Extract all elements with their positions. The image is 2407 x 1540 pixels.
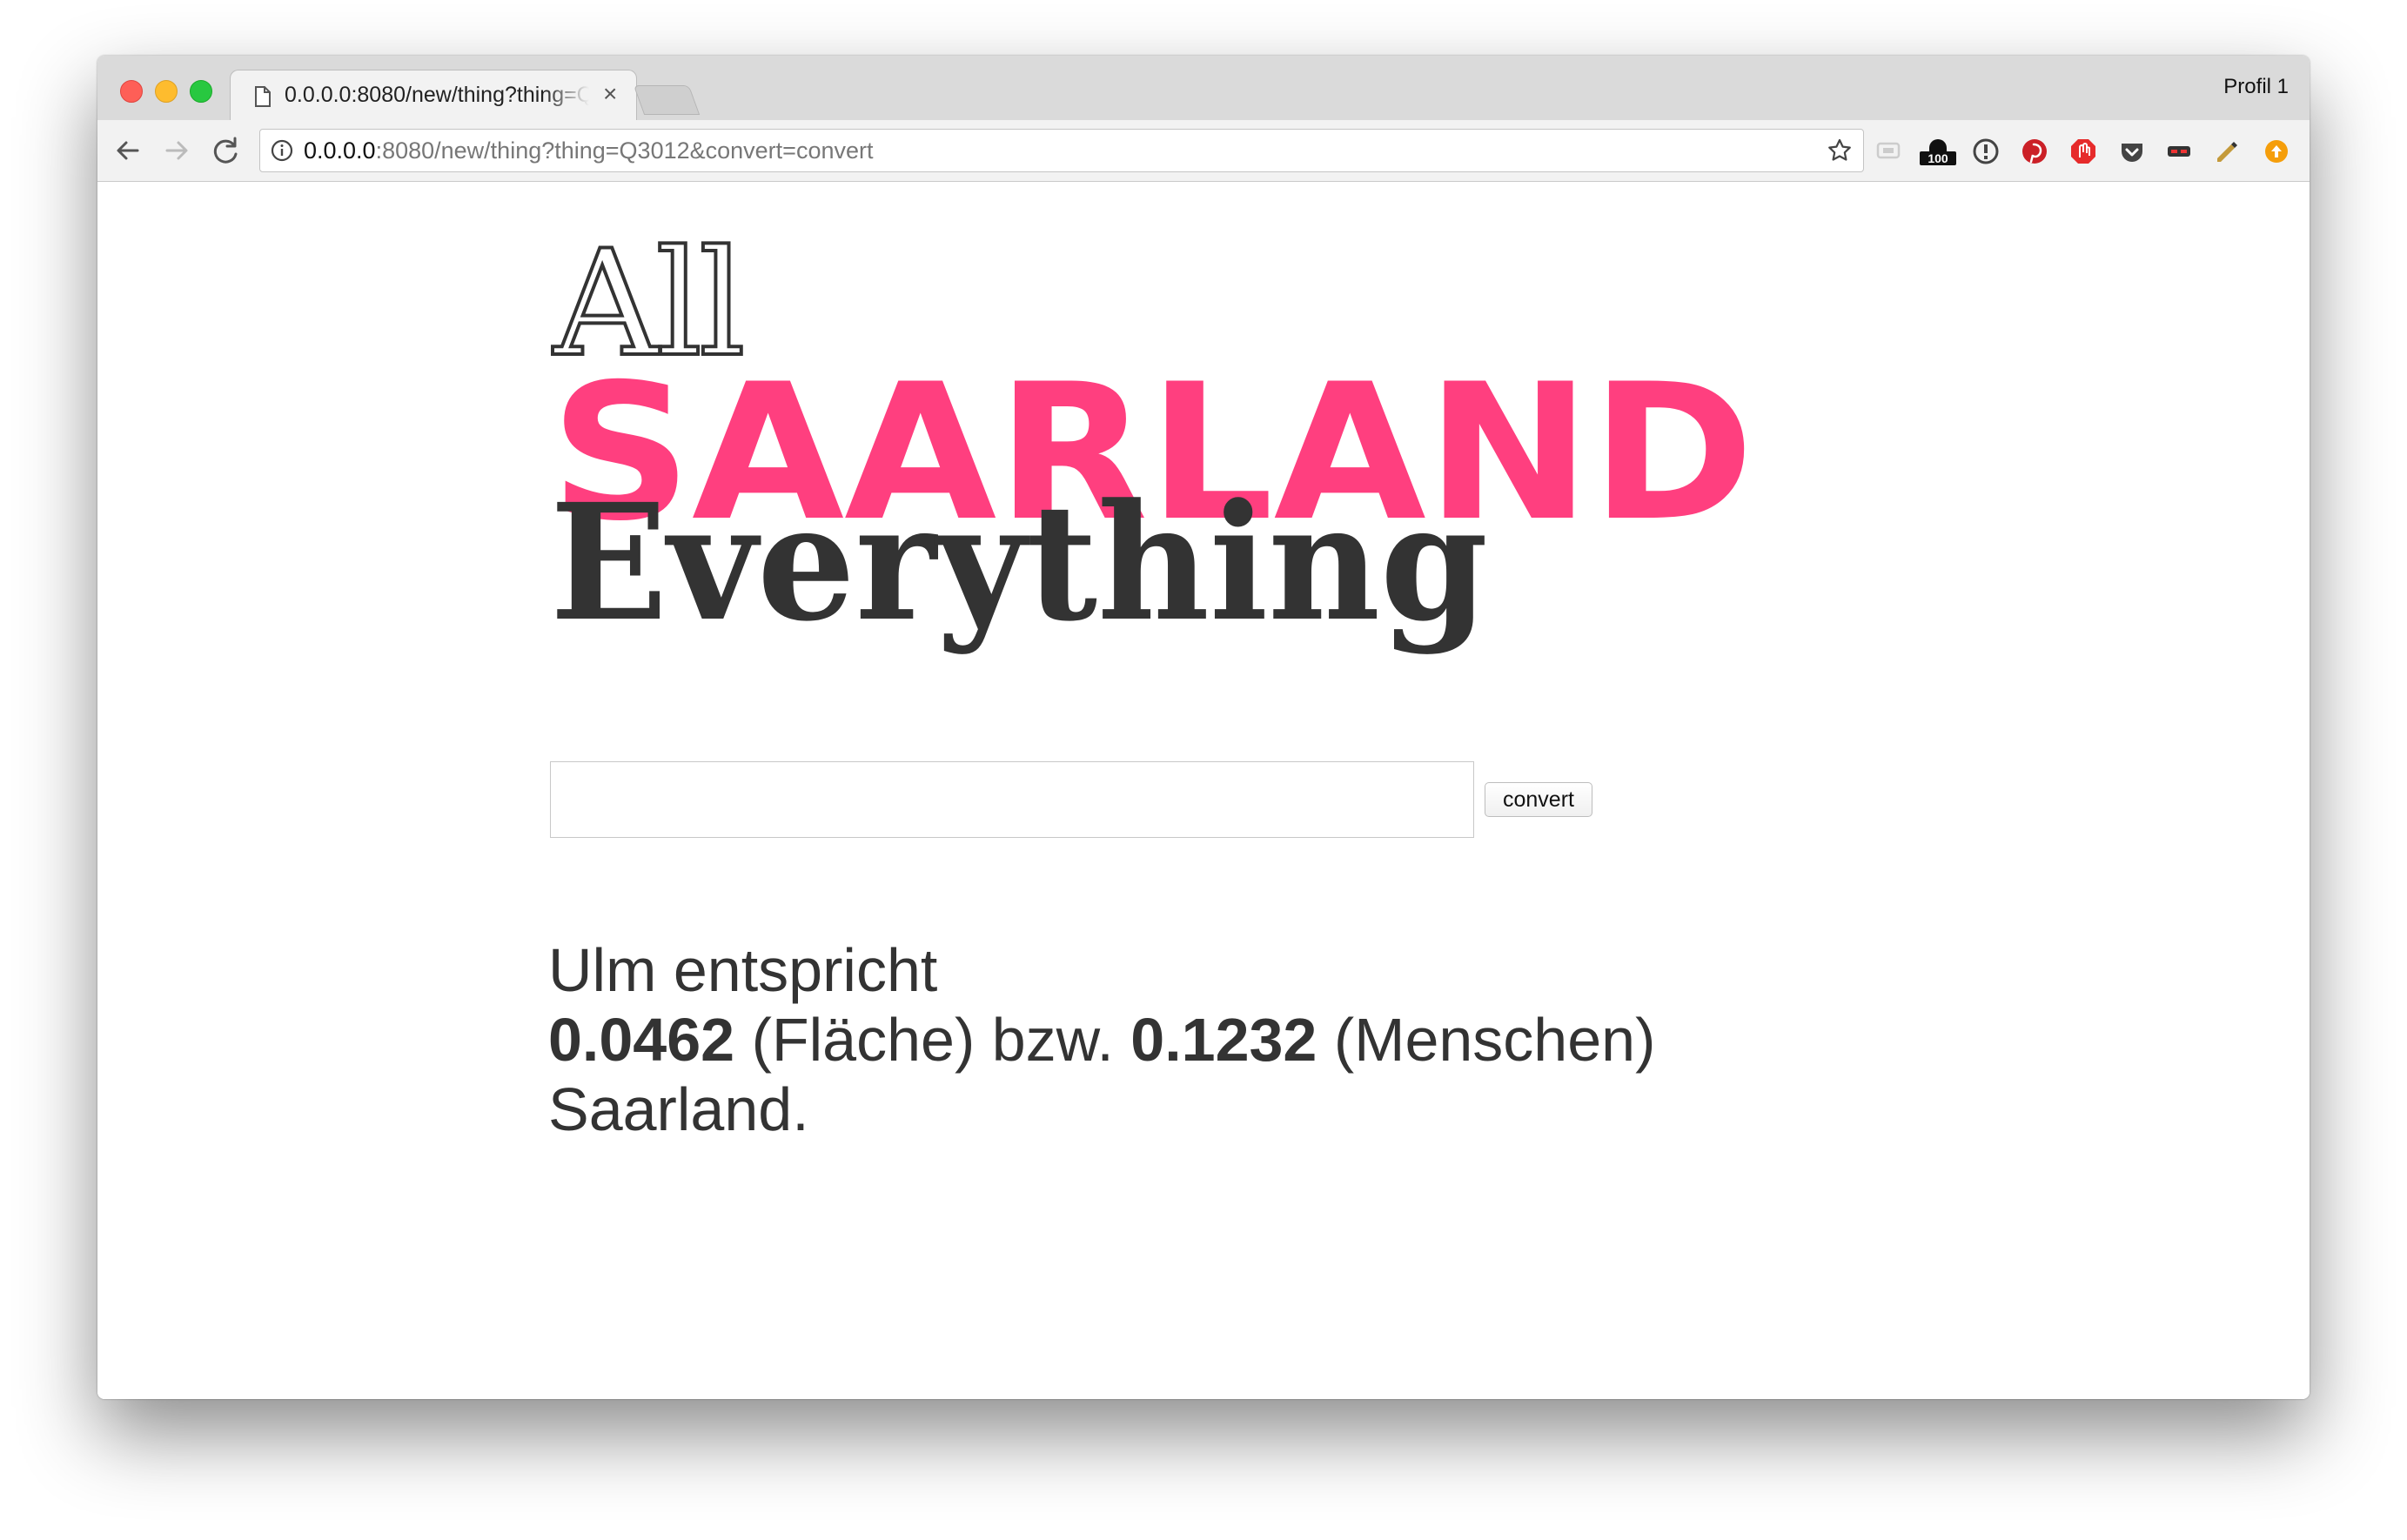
page-content: All SAARLAND Everything convert Ulm ents… xyxy=(97,182,2310,1399)
logo-line-everything: Everything xyxy=(550,469,1488,657)
extension-update-icon[interactable] xyxy=(2261,136,2292,167)
extension-alert-icon[interactable] xyxy=(1970,136,2001,167)
extension-badge-icon[interactable]: 100 xyxy=(1916,136,1960,167)
people-value: 0.1232 xyxy=(1130,1006,1317,1074)
extension-pen-icon[interactable] xyxy=(2212,136,2243,167)
browser-window: 0.0.0.0:8080/new/thing?thing=Q3012&conve… xyxy=(97,56,2310,1399)
all-saarland-everything-logo: All SAARLAND Everything xyxy=(550,217,1754,657)
tab-title: 0.0.0.0:8080/new/thing?thing=Q3012&conve… xyxy=(285,83,589,107)
info-icon[interactable] xyxy=(271,139,293,162)
back-arrow-icon[interactable] xyxy=(111,134,144,167)
pinterest-icon[interactable] xyxy=(2019,136,2050,167)
pocket-icon[interactable] xyxy=(2116,136,2148,167)
svg-text:100: 100 xyxy=(1928,151,1948,165)
url-text[interactable]: 0.0.0.0:8080/new/thing?thing=Q3012&conve… xyxy=(304,137,873,164)
result-values: 0.0462 (Fläche) bzw. 0.1232 (Menschen) xyxy=(548,1005,1854,1075)
address-bar[interactable]: 0.0.0.0:8080/new/thing?thing=Q3012&conve… xyxy=(259,129,1864,172)
adblock-icon[interactable] xyxy=(2068,136,2099,167)
page-icon xyxy=(255,86,271,107)
result-ending: Saarland. xyxy=(548,1075,809,1143)
browser-toolbar: 0.0.0.0:8080/new/thing?thing=Q3012&conve… xyxy=(97,120,2310,182)
forward-arrow-icon[interactable] xyxy=(160,134,193,167)
active-tab[interactable]: 0.0.0.0:8080/new/thing?thing=Q3012&conve… xyxy=(230,70,637,123)
new-tab-button[interactable] xyxy=(633,85,701,115)
extension-mask-icon[interactable] xyxy=(2163,136,2195,167)
extension-cast-icon[interactable] xyxy=(1873,136,1904,167)
area-label: (Fläche) bzw. xyxy=(751,1006,1114,1074)
tab-close-icon[interactable]: × xyxy=(603,80,617,107)
result-subject: Ulm entspricht xyxy=(548,936,938,1004)
reload-icon[interactable] xyxy=(209,134,242,167)
bookmark-star-icon[interactable] xyxy=(1827,137,1853,164)
area-value: 0.0462 xyxy=(548,1006,735,1074)
tab-strip: 0.0.0.0:8080/new/thing?thing=Q3012&conve… xyxy=(97,56,2310,123)
window-minimize-button[interactable] xyxy=(155,80,178,103)
window-maximize-button[interactable] xyxy=(190,80,212,103)
convert-button[interactable]: convert xyxy=(1485,782,1592,817)
conversion-result: Ulm entspricht 0.0462 (Fläche) bzw. 0.12… xyxy=(548,935,1854,1144)
window-close-button[interactable] xyxy=(120,80,143,103)
people-label: (Menschen) xyxy=(1333,1006,1656,1074)
profile-button[interactable]: Profil 1 xyxy=(2223,75,2289,99)
thing-input[interactable] xyxy=(550,761,1474,838)
